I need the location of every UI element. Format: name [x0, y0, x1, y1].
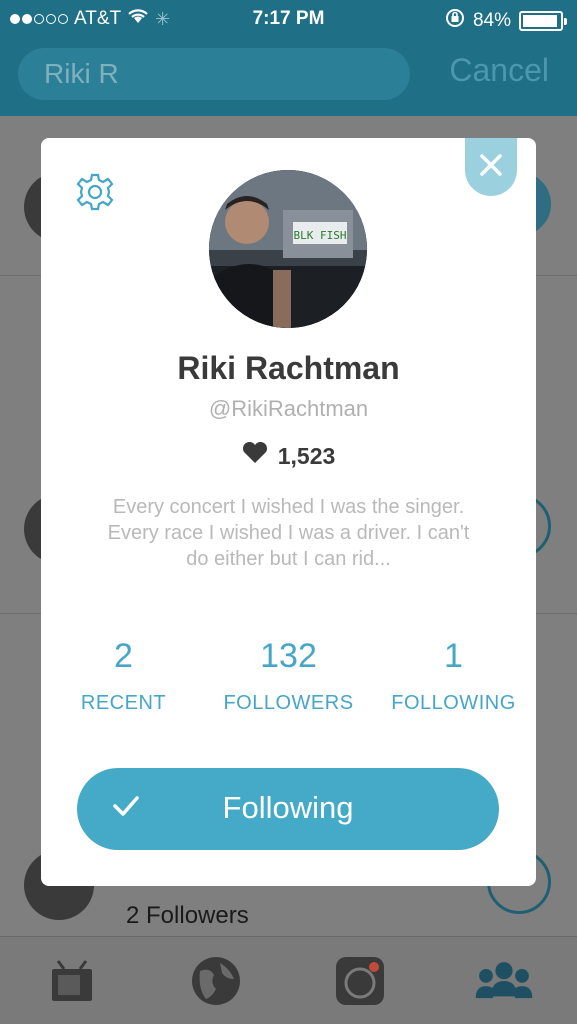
- stat-value: 132: [260, 637, 317, 675]
- profile-stats: 2 RECENT 132 FOLLOWERS 1 FOLLOWING: [41, 634, 536, 724]
- gear-icon[interactable]: [75, 172, 115, 212]
- stat-followers[interactable]: 132 FOLLOWERS: [206, 634, 371, 715]
- likes-value: 1,523: [277, 442, 336, 469]
- stat-value: 2: [114, 637, 133, 675]
- stat-value: 1: [444, 637, 463, 675]
- stat-following[interactable]: 1 FOLLOWING: [371, 634, 536, 715]
- profile-bio: Every concert I wished I was the singer.…: [107, 496, 470, 570]
- avatar: BLK FISH: [209, 170, 367, 328]
- stat-recent[interactable]: 2 RECENT: [41, 634, 206, 715]
- stat-label: RECENT: [80, 692, 167, 714]
- close-icon: [479, 153, 503, 182]
- following-button[interactable]: Following: [77, 768, 499, 850]
- close-button[interactable]: [465, 138, 517, 196]
- heart-icon: [242, 441, 268, 470]
- profile-handle: @RikiRachtman: [208, 396, 369, 421]
- stat-label: FOLLOWERS: [223, 692, 354, 714]
- profile-name: Riki Rachtman: [177, 350, 400, 386]
- license-plate-text: BLK FISH: [294, 229, 347, 242]
- profile-card: BLK FISH Riki Rachtman @RikiRachtman 1,5…: [41, 138, 536, 886]
- stat-label: FOLLOWING: [391, 692, 516, 714]
- following-label: Following: [222, 790, 354, 825]
- likes-count: 1,523: [41, 441, 536, 470]
